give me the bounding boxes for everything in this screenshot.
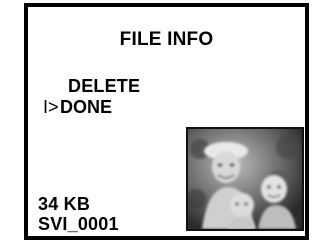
page-title: FILE INFO — [119, 29, 214, 50]
device-screen: FILE INFO DELETE I> DONE 34 KB SVI_0001 — [0, 0, 322, 247]
menu-item-done-label: DONE — [60, 97, 113, 117]
file-info-panel: FILE INFO DELETE I> DONE 34 KB SVI_0001 — [24, 3, 309, 240]
file-size: 34 KB — [38, 194, 91, 214]
menu-item-delete[interactable]: DELETE — [68, 77, 140, 95]
file-name: SVI_0001 — [38, 214, 119, 234]
photo-thumbnail — [186, 127, 304, 231]
selection-cursor-icon: I> — [43, 97, 59, 117]
photo-thumbnail-icon — [188, 129, 302, 229]
